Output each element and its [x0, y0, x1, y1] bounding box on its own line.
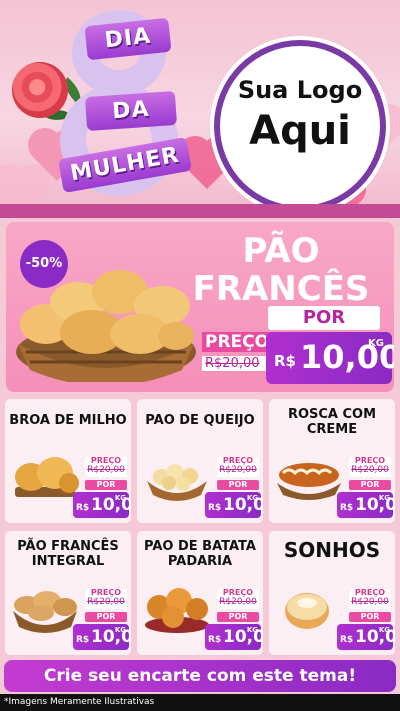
- price-box: R$ 10,00 KG: [337, 624, 395, 650]
- price-box: R$ 10,00 KG: [337, 492, 395, 518]
- currency-symbol: R$: [274, 352, 296, 370]
- discount-badge: -50%: [20, 240, 68, 288]
- product-title: BROA DE MILHO: [9, 413, 127, 428]
- donut-image: [285, 593, 329, 629]
- product-card: PAO DE BATATA PADARIA PREÇO R$20,00 POR …: [136, 530, 264, 656]
- old-price: R$20,00: [87, 465, 125, 475]
- old-price: R$20,00: [351, 465, 389, 475]
- product-title: PÃO FRANCÊS INTEGRAL: [17, 539, 119, 569]
- featured-product: -50% PÃO FRANCÊS POR PREÇO R$20,00 R$ 10…: [6, 222, 394, 392]
- create-flyer-button[interactable]: Crie seu encarte com este tema!: [4, 660, 396, 692]
- old-price: R$20,00: [351, 597, 389, 607]
- unit-label: KG: [378, 494, 390, 502]
- header-divider: [0, 204, 400, 218]
- price-box: R$ 10,00 KG: [73, 624, 131, 650]
- currency-symbol: R$: [76, 635, 90, 645]
- cheese-bread-image: [147, 464, 207, 501]
- whole-bread-image: [13, 591, 77, 633]
- currency-symbol: R$: [76, 503, 90, 513]
- por-label: POR: [217, 612, 259, 622]
- por-label: POR: [85, 612, 127, 622]
- por-label: POR: [85, 480, 127, 490]
- product-title: ROSCA COM CREME: [287, 407, 377, 437]
- currency-symbol: R$: [208, 635, 222, 645]
- unit-label: KG: [114, 626, 126, 634]
- currency-symbol: R$: [340, 503, 354, 513]
- potato-bread-image: [145, 588, 209, 633]
- old-price-tag: PREÇO R$20,00: [349, 456, 391, 477]
- product-card: PAO DE QUEIJO PREÇO R$20,00 POR R$ 10,00…: [136, 398, 264, 524]
- product-title: PAO DE BATATA PADARIA: [144, 539, 256, 569]
- cream-bread-image: [277, 463, 341, 500]
- unit-label: KG: [368, 338, 384, 349]
- unit-label: KG: [246, 626, 258, 634]
- product-title: PAO DE QUEIJO: [145, 413, 255, 428]
- old-price-tag: PREÇO R$20,00: [217, 588, 259, 609]
- price-box: R$ 10,00 KG: [205, 624, 263, 650]
- product-card: ROSCA COM CREME PREÇO R$20,00 POR R$ 10,…: [268, 398, 396, 524]
- currency-symbol: R$: [208, 503, 222, 513]
- preco-label: PREÇO: [202, 332, 272, 352]
- unit-label: KG: [378, 626, 390, 634]
- por-label: POR: [349, 612, 391, 622]
- headline-word: DA: [84, 90, 178, 132]
- preco-label: PREÇO: [222, 456, 254, 465]
- price-box: R$ 10,00 KG: [205, 492, 263, 518]
- featured-title-line1: PÃO: [242, 231, 320, 271]
- por-label: POR: [217, 480, 259, 490]
- preco-label: PREÇO: [90, 588, 122, 597]
- currency-symbol: R$: [340, 635, 354, 645]
- old-price-tag: PREÇO R$20,00: [85, 588, 127, 609]
- por-label: POR: [349, 480, 391, 490]
- featured-title-line2: FRANCÊS: [192, 269, 370, 309]
- preco-label: PREÇO: [354, 588, 386, 597]
- old-price: R$20,00: [87, 597, 125, 607]
- cornbread-image: [15, 457, 79, 497]
- price-box: R$ 10,00 KG: [73, 492, 131, 518]
- preco-label: PREÇO: [222, 588, 254, 597]
- por-label: POR: [268, 306, 380, 330]
- preco-label: PREÇO: [90, 456, 122, 465]
- logo-text-line2: Aqui: [249, 108, 351, 154]
- old-price-tag: PREÇO R$20,00: [85, 456, 127, 477]
- product-card: PÃO FRANCÊS INTEGRAL PREÇO R$20,00 POR R…: [4, 530, 132, 656]
- disclaimer-text: *Imagens Meramente Ilustrativas: [0, 694, 400, 711]
- unit-label: KG: [114, 494, 126, 502]
- old-price: R$20,00: [219, 465, 257, 475]
- logo-text-line1: Sua Logo: [237, 76, 363, 104]
- preco-label: PREÇO: [354, 456, 386, 465]
- logo-placeholder: Sua Logo Aqui: [220, 46, 380, 206]
- product-title: SONHOS: [283, 538, 381, 562]
- old-price-block: PREÇO R$20,00: [202, 332, 272, 371]
- unit-label: KG: [246, 494, 258, 502]
- featured-title: PÃO FRANCÊS: [186, 232, 376, 308]
- old-price-tag: PREÇO R$20,00: [349, 588, 391, 609]
- old-price: R$20,00: [219, 597, 257, 607]
- product-card: SONHOS PREÇO R$20,00 POR R$ 10,00 KG: [268, 530, 396, 656]
- product-card: BROA DE MILHO PREÇO R$20,00 POR R$ 10,00…: [4, 398, 132, 524]
- featured-price: R$ 10,00 KG: [266, 332, 394, 384]
- old-price-tag: PREÇO R$20,00: [217, 456, 259, 477]
- header-banner: DIA DA MULHER Sua Logo Aqui: [0, 0, 400, 212]
- old-price: R$20,00: [202, 356, 272, 371]
